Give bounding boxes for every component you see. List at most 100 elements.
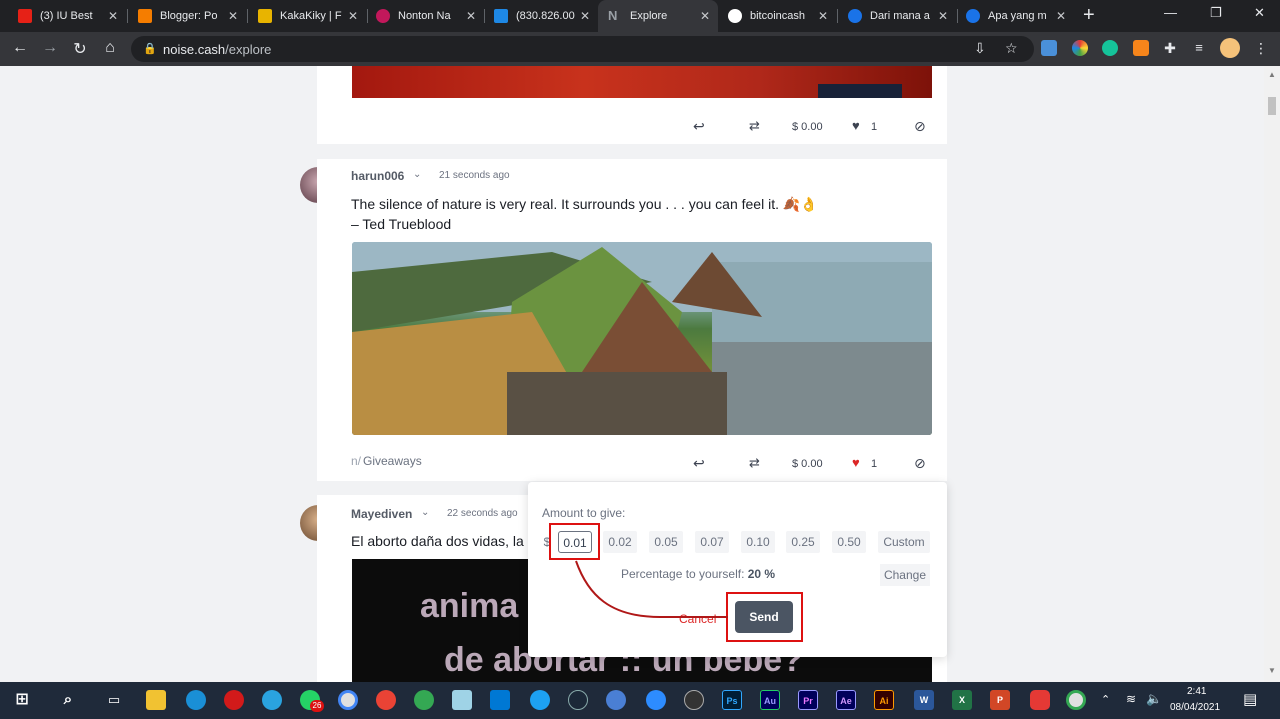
tab-explore-active[interactable]: N Explore ✕	[598, 0, 718, 32]
amount-option[interactable]: 0.05	[649, 531, 683, 553]
tab-7[interactable]: bitcoincash ✕	[718, 0, 836, 32]
block-icon[interactable]: ⊘	[914, 455, 926, 472]
tip-amount[interactable]: $ 0.00	[792, 458, 823, 470]
close-tab-icon[interactable]: ✕	[1056, 9, 1066, 23]
word-icon[interactable]: W	[914, 690, 934, 710]
tab-2[interactable]: Blogger: Po ✕	[128, 0, 246, 32]
opera-icon[interactable]	[224, 690, 244, 710]
scroll-thumb[interactable]	[1268, 97, 1276, 115]
reply-icon[interactable]: ↩	[693, 118, 705, 135]
notepad-icon[interactable]	[452, 690, 472, 710]
illustrator-icon[interactable]: Ai	[874, 690, 894, 710]
edge-icon[interactable]	[186, 690, 206, 710]
heart-filled-icon[interactable]: ♥	[852, 455, 860, 470]
close-tab-icon[interactable]: ✕	[700, 9, 710, 23]
amount-option[interactable]: 0.25	[786, 531, 820, 553]
install-icon[interactable]: ⇩	[974, 40, 986, 57]
repost-icon[interactable]: ⇄	[749, 118, 760, 134]
steam-icon[interactable]	[568, 690, 588, 710]
tab-3[interactable]: KakaKiky | F ✕	[248, 0, 366, 32]
tab-4[interactable]: Nonton Na ✕	[366, 0, 484, 32]
grammarly-icon[interactable]	[1102, 40, 1118, 56]
custom-amount-button[interactable]: Custom	[878, 531, 930, 553]
app-icon[interactable]	[606, 690, 626, 710]
tab-1[interactable]: (3) IU Best ✕	[8, 0, 126, 32]
close-tab-icon[interactable]: ✕	[108, 9, 118, 23]
scroll-up-icon[interactable]: ▲	[1268, 70, 1276, 79]
back-arrow-icon[interactable]: ←	[10, 39, 30, 57]
new-tab-button[interactable]: +	[1083, 4, 1095, 27]
telegram-icon[interactable]	[262, 690, 282, 710]
color-extension-icon[interactable]	[1072, 40, 1088, 56]
tab-8[interactable]: Dari mana a ✕	[838, 0, 956, 32]
search-icon[interactable]: ⌕	[58, 690, 78, 710]
repost-icon[interactable]: ⇄	[749, 455, 760, 471]
close-tab-icon[interactable]: ✕	[580, 9, 590, 23]
post-time[interactable]: 22 seconds ago	[447, 508, 518, 519]
task-view-icon[interactable]: ▭	[104, 690, 124, 710]
home-icon[interactable]: ⌂	[100, 39, 120, 57]
amount-option[interactable]: 0.50	[832, 531, 866, 553]
post-username[interactable]: harun006	[351, 169, 404, 183]
close-tab-icon[interactable]: ✕	[466, 9, 476, 23]
windows-start-icon[interactable]: ⊞	[12, 690, 32, 710]
clock-time[interactable]: 2:41	[1187, 686, 1206, 697]
close-tab-icon[interactable]: ✕	[818, 9, 828, 23]
chrome-profile-icon[interactable]	[414, 690, 434, 710]
premiere-icon[interactable]: Pr	[798, 690, 818, 710]
post-username[interactable]: Mayediven	[351, 507, 412, 521]
obs-icon[interactable]	[684, 690, 704, 710]
reload-icon[interactable]: ↻	[70, 39, 90, 59]
page-scrollbar[interactable]: ▲ ▼	[1264, 66, 1280, 682]
tab-9[interactable]: Apa yang m ✕	[956, 0, 1074, 32]
file-explorer-icon[interactable]	[146, 690, 166, 710]
powerpoint-icon[interactable]: P	[990, 690, 1010, 710]
chrome-icon[interactable]	[338, 690, 358, 710]
chrome-profile-icon[interactable]	[376, 690, 396, 710]
restore-button[interactable]: ❐	[1210, 5, 1222, 21]
close-tab-icon[interactable]: ✕	[348, 9, 358, 23]
scroll-down-icon[interactable]: ▼	[1268, 666, 1276, 675]
metamask-icon[interactable]	[1133, 40, 1149, 56]
chrome-icon[interactable]	[1066, 690, 1086, 710]
close-window-button[interactable]: ✕	[1254, 5, 1265, 21]
chevron-down-icon[interactable]: ⌄	[421, 507, 429, 518]
tray-expand-icon[interactable]: ⌃	[1101, 693, 1110, 706]
vscode-icon[interactable]	[490, 690, 510, 710]
noise-cash-icon: N	[608, 8, 618, 23]
excel-icon[interactable]: X	[952, 690, 972, 710]
reading-list-icon[interactable]: ≡	[1191, 40, 1207, 56]
amount-option[interactable]: 0.02	[603, 531, 637, 553]
extension-icon[interactable]	[1041, 40, 1057, 56]
amount-option[interactable]: 0.10	[741, 531, 775, 553]
post-image[interactable]	[352, 242, 932, 435]
minimize-button[interactable]: —	[1164, 5, 1177, 20]
profile-avatar[interactable]	[1220, 38, 1240, 58]
wifi-icon[interactable]: ≋	[1126, 692, 1136, 706]
menu-kebab-icon[interactable]: ⋮	[1253, 40, 1269, 56]
app-icon[interactable]	[530, 690, 550, 710]
after-effects-icon[interactable]: Ae	[836, 690, 856, 710]
notifications-icon[interactable]: ▤	[1243, 690, 1257, 708]
reply-icon[interactable]: ↩	[693, 455, 705, 472]
zoom-icon[interactable]	[646, 690, 666, 710]
post-time[interactable]: 21 seconds ago	[439, 170, 510, 181]
photoshop-icon[interactable]: Ps	[722, 690, 742, 710]
block-icon[interactable]: ⊘	[914, 118, 926, 135]
tab-5[interactable]: (830.826.00 ✕	[484, 0, 598, 32]
app-icon[interactable]	[1030, 690, 1050, 710]
close-tab-icon[interactable]: ✕	[228, 9, 238, 23]
close-tab-icon[interactable]: ✕	[938, 9, 948, 23]
address-bar[interactable]: 🔒 noise.cash/explore ⇩ ☆	[131, 36, 1034, 62]
tip-amount[interactable]: $ 0.00	[792, 121, 823, 133]
clock-date[interactable]: 08/04/2021	[1170, 702, 1220, 713]
volume-icon[interactable]: 🔈	[1146, 691, 1162, 707]
chevron-down-icon[interactable]: ⌄	[413, 169, 421, 180]
heart-icon[interactable]: ♥	[852, 118, 860, 133]
bookmark-star-icon[interactable]: ☆	[1005, 40, 1018, 57]
change-percentage-button[interactable]: Change	[880, 564, 930, 586]
extensions-puzzle-icon[interactable]: ✚	[1162, 40, 1178, 56]
audition-icon[interactable]: Au	[760, 690, 780, 710]
forward-arrow-icon[interactable]: →	[40, 39, 60, 57]
amount-option[interactable]: 0.07	[695, 531, 729, 553]
